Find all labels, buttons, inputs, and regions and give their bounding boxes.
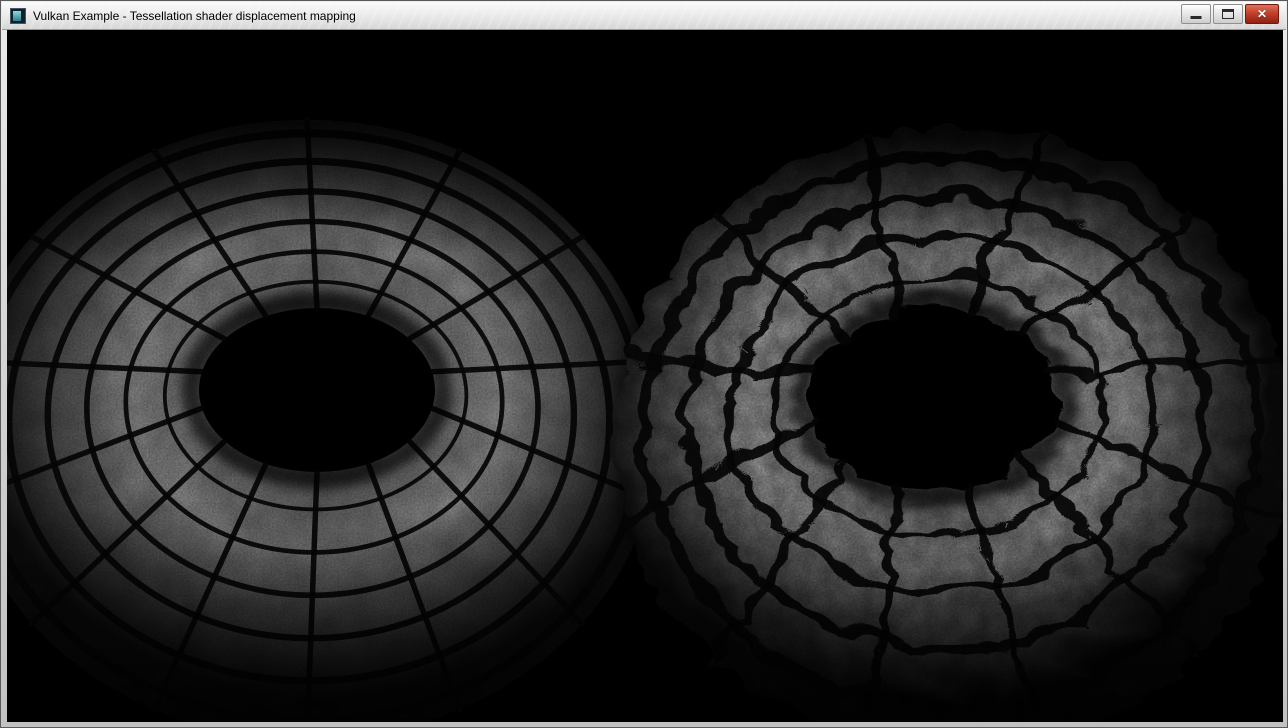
- vulkan-render-scene: [7, 30, 1283, 722]
- vulkan-logo: [13, 11, 21, 21]
- titlebar[interactable]: Vulkan Example - Tessellation shader dis…: [2, 2, 1286, 30]
- close-button[interactable]: ✕: [1245, 4, 1279, 24]
- window-title: Vulkan Example - Tessellation shader dis…: [33, 9, 356, 23]
- app-window: Vulkan Example - Tessellation shader dis…: [0, 0, 1288, 728]
- vulkan-app-icon: [10, 8, 26, 24]
- maximize-icon: [1222, 9, 1234, 19]
- minimize-icon: [1191, 16, 1202, 19]
- window-controls: ✕: [1181, 4, 1279, 24]
- minimize-button[interactable]: [1181, 4, 1211, 24]
- render-viewport[interactable]: [7, 30, 1283, 722]
- torus-left-no-displacement: [7, 120, 659, 722]
- close-icon: ✕: [1257, 5, 1267, 23]
- maximize-button[interactable]: [1213, 4, 1243, 24]
